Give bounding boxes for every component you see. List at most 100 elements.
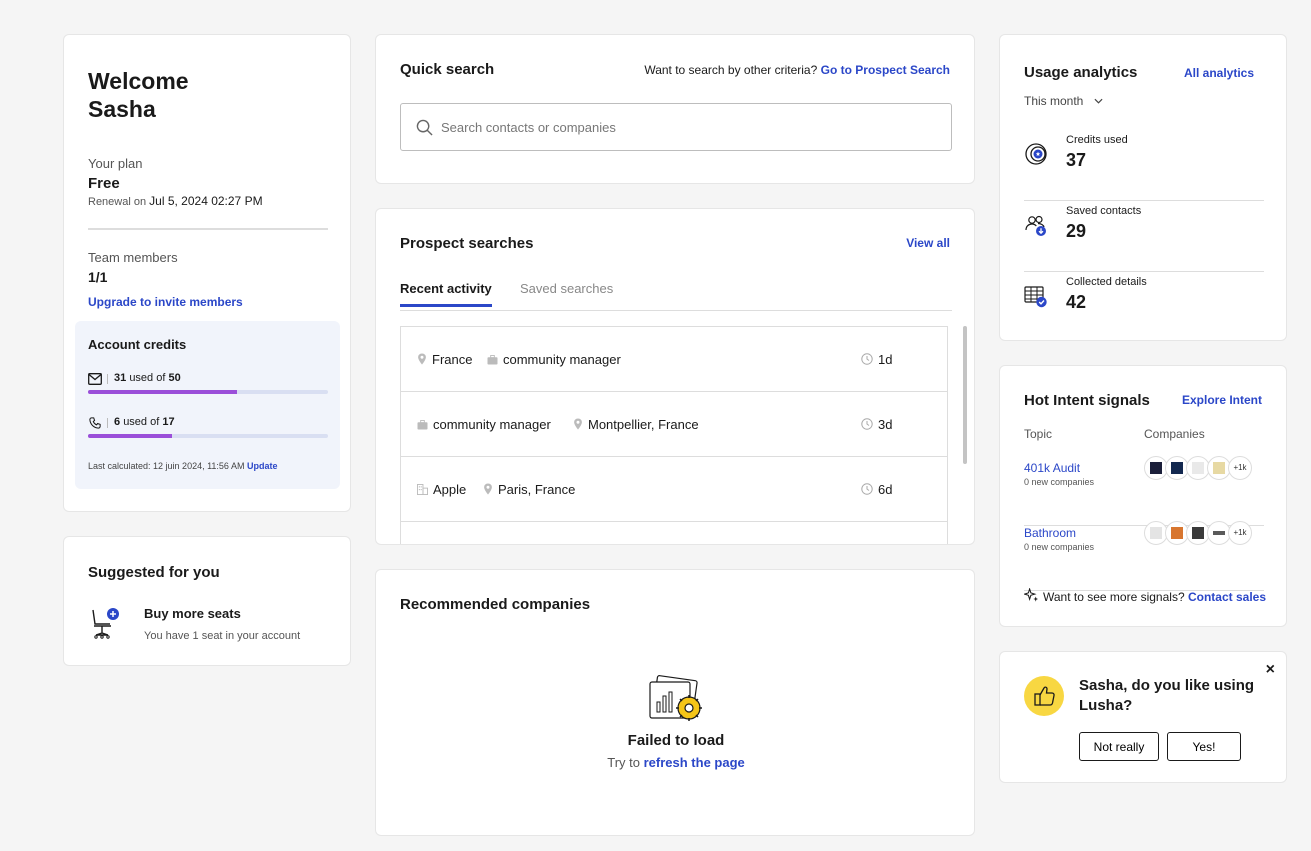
tab-recent-activity[interactable]: Recent activity (400, 281, 492, 307)
stat-value: 42 (1066, 292, 1087, 312)
search-chip: Paris, France (483, 482, 575, 497)
list-item[interactable]: community manager Montpellier, France 3d (401, 392, 947, 457)
email-credits-fill (88, 390, 237, 394)
period-label: This month (1024, 94, 1084, 108)
buy-more-seats-link[interactable]: Buy more seats (144, 606, 241, 621)
briefcase-icon (417, 420, 428, 430)
location-pin-icon (484, 483, 492, 495)
separator (107, 374, 108, 384)
chip-label: Paris, France (498, 482, 576, 497)
failed-load-illustration-icon (649, 675, 702, 721)
hot-intent-title: Hot Intent signals (1024, 392, 1150, 409)
team-members-label: Team members (88, 250, 178, 265)
tab-saved-searches[interactable]: Saved searches (520, 281, 613, 304)
quick-search-title: Quick search (400, 61, 495, 78)
email-credits-of: used of (129, 372, 166, 384)
clock-icon (861, 483, 873, 495)
time-ago-label: 6d (878, 482, 893, 497)
thumbs-up-icon (1024, 676, 1064, 716)
period-dropdown[interactable]: This month (1024, 94, 1103, 108)
email-credits-used: 31 (114, 372, 127, 384)
refresh-link[interactable]: refresh the page (644, 755, 745, 770)
more-signals-text: Want to see more signals? (1043, 590, 1185, 604)
view-all-link[interactable]: View all (906, 236, 950, 250)
time-ago-label: 3d (878, 417, 893, 432)
phone-credits-bar (88, 434, 328, 438)
chip-label: Montpellier, France (588, 417, 699, 432)
intent-row: 401k Audit 0 new companies +1k (1024, 456, 1264, 526)
email-credits-bar (88, 390, 328, 394)
quick-search-card: Quick search Want to search by other cri… (375, 34, 975, 184)
chip-label: community manager (503, 352, 621, 367)
clock-icon (861, 353, 873, 365)
feedback-card: × Sasha, do you like using Lusha? Not re… (999, 651, 1287, 783)
explore-intent-link[interactable]: Explore Intent (1182, 393, 1262, 407)
time-ago: 3d (861, 417, 892, 432)
chip-label: community manager (433, 417, 551, 432)
prospect-search-link[interactable]: Go to Prospect Search (821, 63, 950, 77)
briefcase-icon (487, 355, 498, 365)
yes-button[interactable]: Yes! (1167, 732, 1241, 761)
renewal-date: Jul 5, 2024 02:27 PM (149, 194, 263, 208)
thumbs-up-glyph (1034, 686, 1055, 706)
list-scrollbar[interactable] (963, 326, 967, 464)
office-chair-plus-icon[interactable] (90, 608, 120, 640)
stat-label: Saved contacts (1066, 205, 1142, 217)
upgrade-link[interactable]: Upgrade to invite members (88, 295, 243, 309)
recent-activity-list: France community manager 1d community ma… (400, 326, 948, 544)
other-criteria: Want to search by other criteria? Go to … (644, 63, 950, 77)
phone-credits-of: used of (123, 416, 160, 428)
plan-label: Your plan (88, 156, 143, 171)
other-criteria-text: Want to search by other criteria? (644, 63, 818, 77)
all-analytics-link[interactable]: All analytics (1184, 66, 1254, 80)
topic-sub: 0 new companies (1024, 477, 1095, 487)
feedback-question: Sasha, do you like using Lusha? (1079, 677, 1255, 714)
more-companies-badge[interactable]: +1k (1228, 456, 1252, 480)
search-chip: Montpellier, France (573, 417, 699, 432)
search-input[interactable] (441, 116, 921, 138)
time-ago: 1d (861, 352, 892, 367)
phone-credits-used: 6 (114, 416, 121, 428)
time-ago: 6d (861, 482, 892, 497)
suggested-title: Suggested for you (88, 564, 220, 581)
contact-sales-link[interactable]: Contact sales (1188, 590, 1266, 604)
last-calculated: Last calculated: 12 juin 2024, 11:56 AM … (88, 461, 277, 471)
location-pin-icon (418, 353, 426, 365)
stat-label: Collected details (1066, 276, 1147, 288)
stat-value: 29 (1066, 221, 1087, 241)
search-chip: France (417, 352, 472, 367)
stat-label: Credits used (1066, 134, 1128, 146)
mail-icon (88, 373, 102, 385)
phone-credits-text: 6 used of 17 (114, 416, 175, 428)
time-ago-label: 1d (878, 352, 893, 367)
collected-details-stat: Collected details 42 (1024, 272, 1264, 343)
last-calculated-label: Last calculated: 12 juin 2024, 11:56 AM (88, 461, 245, 471)
email-credits-text: 31 used of 50 (114, 372, 181, 384)
search-box[interactable] (400, 103, 952, 151)
update-link[interactable]: Update (247, 461, 278, 471)
building-icon (417, 484, 428, 495)
list-item[interactable]: Apple Paris, France 6d (401, 457, 947, 522)
topic-link[interactable]: 401k Audit (1024, 461, 1080, 475)
plan-value: Free (88, 175, 120, 192)
topic-link[interactable]: Bathroom (1024, 526, 1076, 540)
more-signals: Want to see more signals? Contact sales (1022, 587, 1266, 604)
account-credits-box: Account credits 31 used of 50 6 used of (75, 321, 340, 489)
hot-intent-card: Hot Intent signals Explore Intent Topic … (999, 365, 1287, 627)
team-members-value: 1/1 (88, 269, 108, 285)
welcome-heading: Welcome Sasha (88, 67, 189, 123)
credits-used-stat: Credits used 37 (1024, 130, 1264, 201)
email-credits-total: 50 (168, 372, 181, 384)
search-icon (416, 119, 433, 136)
welcome-card: Welcome Sasha Your plan Free Renewal on … (63, 34, 351, 512)
usage-analytics-card: Usage analytics All analytics This month… (999, 34, 1287, 341)
not-really-button[interactable]: Not really (1079, 732, 1159, 761)
list-item[interactable]: France community manager 1d (401, 327, 947, 392)
intent-row: Bathroom 0 new companies +1k (1024, 521, 1264, 591)
saved-contacts-stat: Saved contacts 29 (1024, 201, 1264, 272)
welcome-greeting: Welcome (88, 68, 189, 94)
topic-sub: 0 new companies (1024, 542, 1095, 552)
refresh-hint: Try to refresh the page (376, 755, 976, 770)
more-companies-badge[interactable]: +1k (1228, 521, 1252, 545)
phone-icon (89, 417, 101, 429)
